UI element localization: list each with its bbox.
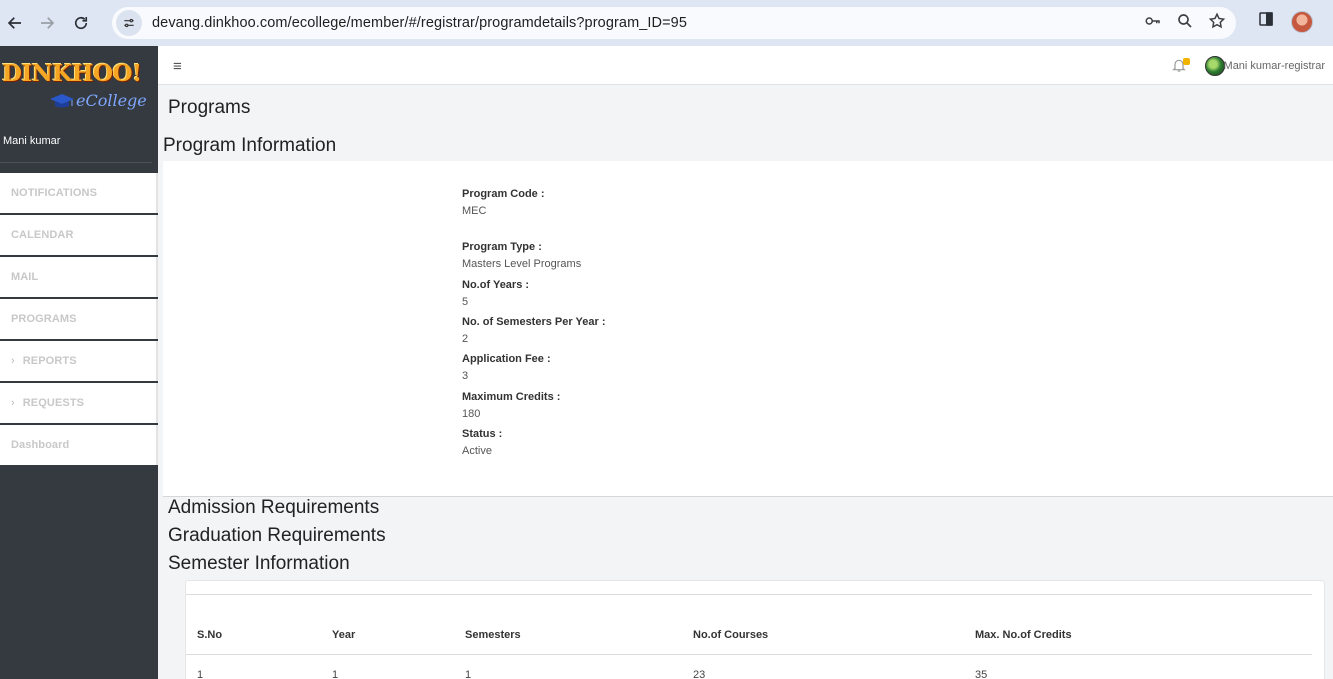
sidebar-item-mail[interactable]: MAIL: [0, 257, 158, 299]
section-title-semester-information[interactable]: Semester Information: [168, 553, 350, 575]
program-info-card: Program Code : MEC Program Type : Master…: [163, 161, 1333, 497]
profile-avatar[interactable]: [1291, 10, 1313, 33]
table-divider: [186, 594, 1312, 595]
section-title-program-information: Program Information: [163, 135, 337, 156]
section-title-admission-requirements[interactable]: Admission Requirements: [168, 497, 379, 519]
logo-main-text: DINKHOO!: [2, 60, 142, 87]
field-label: Application Fee :: [462, 353, 551, 365]
page-title: Programs: [168, 97, 251, 118]
sidebar-item-dashboard[interactable]: Dashboard: [0, 425, 158, 467]
table-cell: 1: [465, 669, 472, 679]
field-maximum-credits: Maximum Credits : 180: [462, 391, 560, 420]
chevron-right-icon: ›: [11, 397, 15, 409]
back-icon[interactable]: [0, 6, 30, 40]
sidebar-user-name: Mani kumar: [3, 135, 61, 147]
field-value: 5: [462, 296, 469, 308]
site-info-icon[interactable]: [116, 10, 142, 36]
sidebar-divider: [0, 162, 152, 163]
sidebar-item-label: MAIL: [11, 271, 39, 283]
field-label: No.of Years :: [462, 279, 530, 291]
address-bar[interactable]: devang.dinkhoo.com/ecollege/member/#/reg…: [112, 7, 1236, 39]
sidebar: DINKHOO! eCollege Mani kumar NOTIFICATIO…: [0, 46, 158, 679]
bookmark-star-icon[interactable]: [1208, 12, 1226, 35]
column-header: Semesters: [465, 629, 521, 641]
table-header-row: S.No Year Semesters No.of Courses Max. N…: [186, 615, 1312, 655]
hamburger-menu-icon[interactable]: ≡: [173, 58, 182, 75]
field-label: No. of Semesters Per Year :: [462, 316, 606, 328]
field-program-type: Program Type : Masters Level Programs: [462, 241, 581, 270]
table-cell: 35: [975, 669, 988, 679]
side-panel-icon[interactable]: [1257, 10, 1275, 33]
key-icon[interactable]: [1144, 12, 1162, 35]
sidebar-item-label: REQUESTS: [22, 397, 85, 409]
graduation-cap-icon: [50, 94, 74, 108]
chevron-right-icon: ›: [11, 355, 15, 367]
table-cell: 1: [197, 669, 204, 679]
sidebar-item-requests[interactable]: › REQUESTS: [0, 383, 158, 425]
field-status: Status : Active: [462, 428, 502, 457]
notification-badge: [1183, 58, 1190, 65]
field-value: 3: [462, 370, 469, 382]
sidebar-item-reports[interactable]: › REPORTS: [0, 341, 158, 383]
browser-toolbar: devang.dinkhoo.com/ecollege/member/#/reg…: [0, 0, 1333, 46]
main-content: Programs Program Information Program Cod…: [158, 85, 1333, 679]
column-header: Year: [332, 629, 356, 641]
section-title-graduation-requirements[interactable]: Graduation Requirements: [168, 525, 386, 547]
sidebar-item-label: NOTIFICATIONS: [11, 187, 98, 199]
table-row: 1 1 1 23 35: [186, 655, 1312, 679]
user-avatar[interactable]: [1205, 56, 1225, 76]
logo-sub-text: eCollege: [76, 91, 147, 110]
forward-icon[interactable]: [30, 6, 64, 40]
sidebar-item-label: PROGRAMS: [11, 313, 77, 325]
field-value: Masters Level Programs: [462, 258, 582, 270]
field-label: Program Code :: [462, 188, 545, 200]
url-text[interactable]: devang.dinkhoo.com/ecollege/member/#/reg…: [152, 15, 687, 31]
field-program-code: Program Code : MEC: [462, 188, 545, 217]
table-cell: 1: [332, 669, 339, 679]
logo[interactable]: DINKHOO! eCollege Mani kumar: [0, 46, 158, 149]
field-label: Program Type :: [462, 241, 542, 253]
column-header: S.No: [197, 629, 223, 641]
field-value: 2: [462, 333, 469, 345]
semester-table: S.No Year Semesters No.of Courses Max. N…: [186, 594, 1312, 679]
field-application-fee: Application Fee : 3: [462, 353, 551, 382]
reload-icon[interactable]: [64, 6, 98, 40]
column-header: No.of Courses: [693, 629, 769, 641]
semester-table-card: S.No Year Semesters No.of Courses Max. N…: [185, 580, 1325, 679]
sidebar-item-label: Dashboard: [11, 439, 70, 451]
field-label: Status :: [462, 428, 503, 440]
sidebar-item-calendar[interactable]: CALENDAR: [0, 215, 158, 257]
column-header: Max. No.of Credits: [975, 629, 1072, 641]
sidebar-item-programs[interactable]: PROGRAMS: [0, 299, 158, 341]
header-user-label[interactable]: Mani kumar-registrar: [1224, 60, 1325, 72]
sidebar-item-label: CALENDAR: [11, 229, 74, 241]
top-header: ≡ Mani kumar-registrar: [158, 46, 1333, 85]
field-semesters-per-year: No. of Semesters Per Year : 2: [462, 316, 605, 345]
sidebar-menu: NOTIFICATIONS CALENDAR MAIL PROGRAMS › R…: [0, 173, 158, 467]
field-value: Active: [462, 445, 492, 457]
zoom-icon[interactable]: [1176, 12, 1194, 35]
field-no-of-years: No.of Years : 5: [462, 279, 529, 308]
sidebar-item-label: REPORTS: [22, 355, 77, 367]
table-cell: 23: [693, 669, 706, 679]
field-label: Maximum Credits :: [462, 391, 561, 403]
sidebar-item-notifications[interactable]: NOTIFICATIONS: [0, 173, 158, 215]
field-value: MEC: [462, 205, 487, 217]
field-value: 180: [462, 408, 481, 420]
